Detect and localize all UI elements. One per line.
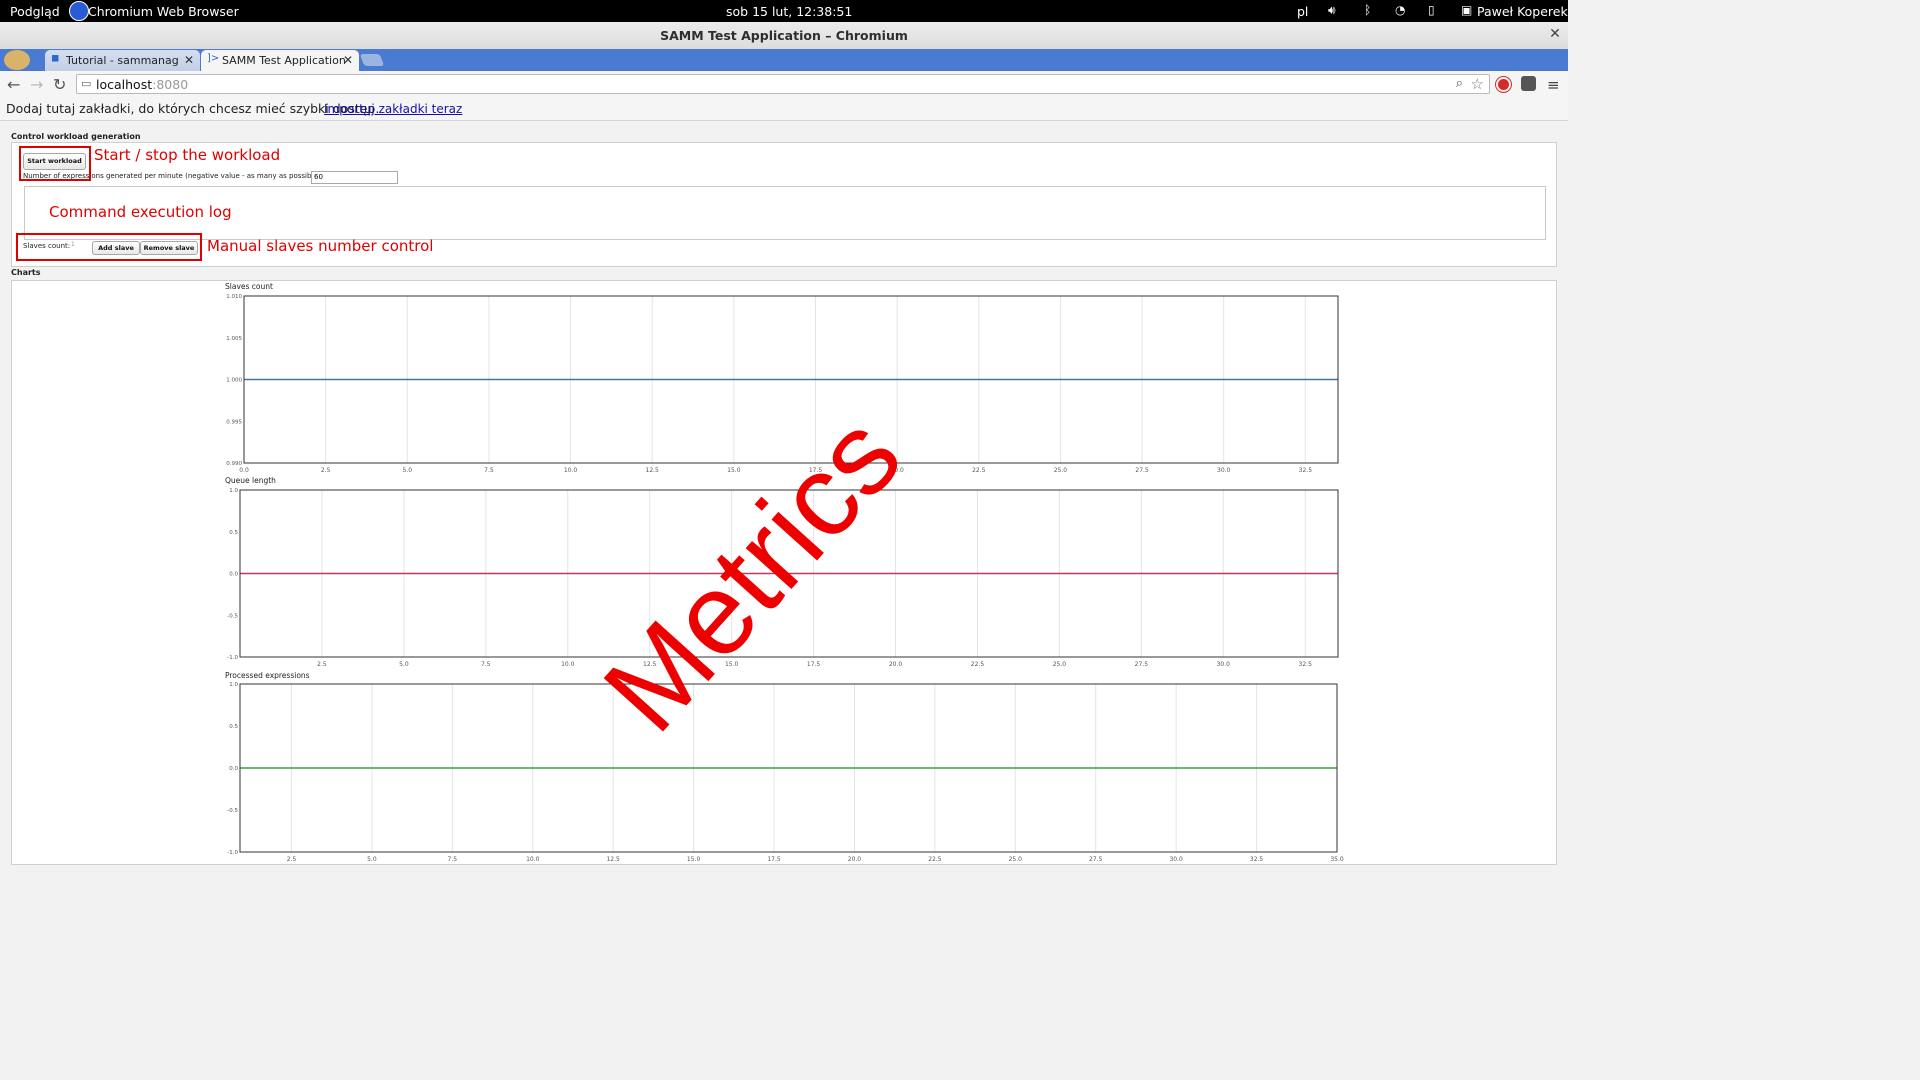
x-tick-label: 27.5 bbox=[1135, 661, 1149, 668]
x-tick-label: 27.5 bbox=[1089, 856, 1103, 863]
x-tick-label: 32.5 bbox=[1299, 467, 1313, 474]
y-tick-label: 1.010 bbox=[226, 294, 242, 300]
x-tick-label: 2.5 bbox=[321, 467, 331, 474]
x-tick-label: 12.5 bbox=[606, 856, 620, 863]
x-tick-label: 20.0 bbox=[889, 661, 903, 668]
x-tick-label: 12.5 bbox=[646, 467, 660, 474]
y-tick-label: 1.000 bbox=[226, 378, 242, 384]
y-tick-label: 0.995 bbox=[226, 419, 242, 425]
x-tick-label: 5.0 bbox=[367, 856, 377, 863]
x-tick-label: 22.5 bbox=[972, 467, 986, 474]
y-tick-label: 0.990 bbox=[226, 461, 242, 467]
x-tick-label: 17.5 bbox=[767, 856, 781, 863]
y-tick-label: -1.0 bbox=[227, 850, 238, 856]
y-tick-label: 0.0 bbox=[229, 572, 238, 578]
x-tick-label: 20.0 bbox=[848, 856, 862, 863]
x-tick-label: 30.0 bbox=[1169, 856, 1183, 863]
x-tick-label: 7.5 bbox=[484, 467, 494, 474]
x-tick-label: 32.5 bbox=[1299, 661, 1313, 668]
x-tick-label: 25.0 bbox=[1053, 661, 1067, 668]
x-tick-label: 25.0 bbox=[1054, 467, 1068, 474]
x-tick-label: 5.0 bbox=[403, 467, 413, 474]
x-tick-label: 17.5 bbox=[807, 661, 821, 668]
x-tick-label: 22.5 bbox=[971, 661, 985, 668]
x-tick-label: 15.0 bbox=[687, 856, 701, 863]
y-tick-label: -0.5 bbox=[227, 613, 238, 619]
x-tick-label: 30.0 bbox=[1217, 661, 1231, 668]
x-tick-label: 7.5 bbox=[481, 661, 491, 668]
x-tick-label: 25.0 bbox=[1009, 856, 1023, 863]
x-tick-label: 22.5 bbox=[928, 856, 942, 863]
x-tick-label: 10.0 bbox=[564, 467, 578, 474]
y-tick-label: -1.0 bbox=[227, 655, 238, 661]
y-tick-label: -0.5 bbox=[227, 808, 238, 814]
x-tick-label: 10.0 bbox=[526, 856, 540, 863]
y-tick-label: 0.5 bbox=[229, 724, 238, 730]
x-tick-label: 32.5 bbox=[1250, 856, 1264, 863]
x-tick-label: 5.0 bbox=[399, 661, 409, 668]
x-tick-label: 30.0 bbox=[1217, 467, 1231, 474]
x-tick-label: 2.5 bbox=[317, 661, 327, 668]
x-tick-label: 0.0 bbox=[239, 467, 249, 474]
y-tick-label: 0.5 bbox=[229, 530, 238, 536]
x-tick-label: 15.0 bbox=[727, 467, 741, 474]
x-tick-label: 10.0 bbox=[561, 661, 575, 668]
y-tick-label: 1.005 bbox=[226, 336, 242, 342]
x-tick-label: 2.5 bbox=[287, 856, 297, 863]
x-tick-label: 27.5 bbox=[1135, 467, 1149, 474]
y-tick-label: 1.0 bbox=[229, 682, 238, 688]
y-tick-label: 1.0 bbox=[229, 488, 238, 494]
x-tick-label: 7.5 bbox=[448, 856, 458, 863]
y-tick-label: 0.0 bbox=[229, 766, 238, 772]
x-tick-label: 35.0 bbox=[1330, 856, 1344, 863]
